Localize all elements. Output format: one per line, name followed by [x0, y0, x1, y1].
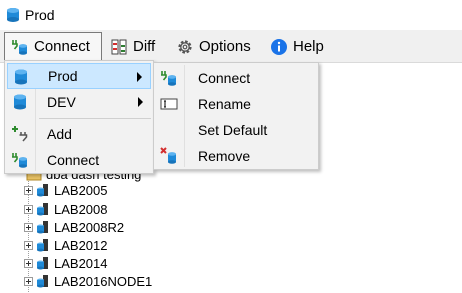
menu-options-label: Options [199, 38, 251, 55]
tree-item[interactable]: LAB2012 [24, 236, 108, 255]
submenu-item-remove-label: Remove [198, 148, 251, 164]
menu-item-prod[interactable]: Prod [7, 63, 151, 89]
tree-item[interactable]: LAB2008R2 [24, 218, 124, 237]
menu-diff-label: Diff [133, 38, 156, 55]
diff-icon [110, 38, 128, 56]
add-plug-icon [11, 125, 29, 143]
expand-icon[interactable] [24, 205, 33, 214]
connect-plug-icon [11, 151, 29, 169]
rename-icon [160, 95, 178, 113]
expand-icon[interactable] [24, 223, 33, 232]
database-icon [5, 7, 21, 23]
server-icon [36, 238, 50, 253]
server-icon [36, 183, 50, 198]
tree-item-label: LAB2012 [54, 238, 108, 253]
menu-help[interactable]: Help [264, 32, 334, 61]
submenu-item-connect[interactable]: Connect [156, 65, 316, 91]
menu-item-connect-label: Connect [47, 152, 100, 168]
expand-icon[interactable] [24, 259, 33, 268]
menu-item-connect[interactable]: Connect [7, 147, 151, 173]
gear-icon [176, 38, 194, 56]
connect-plug-icon [160, 69, 178, 87]
menu-item-dev-label: DEV [47, 94, 76, 110]
submenu-item-connect-label: Connect [198, 70, 251, 86]
database-icon [11, 93, 29, 111]
expand-icon[interactable] [24, 277, 33, 286]
remove-database-icon [160, 147, 178, 165]
prod-submenu: Connect Rename Set Default Remove [153, 62, 319, 170]
tree-item[interactable]: LAB2014 [24, 254, 108, 273]
tree-item-label: LAB2014 [54, 256, 108, 271]
tree-item-label: LAB2016NODE1 [54, 274, 153, 289]
server-icon [36, 256, 50, 271]
menu-connect[interactable]: Connect [4, 32, 102, 61]
tree-item-label: LAB2005 [54, 183, 108, 198]
expand-icon[interactable] [24, 241, 33, 250]
tree-item[interactable]: LAB2005 [24, 181, 108, 200]
menu-connect-label: Connect [34, 38, 90, 55]
server-icon [36, 220, 50, 235]
title-bar: Prod [0, 0, 462, 30]
database-icon [12, 68, 30, 86]
tree-item[interactable]: LAB2016NODE1 [24, 272, 152, 291]
submenu-item-rename[interactable]: Rename [156, 91, 316, 117]
submenu-item-remove[interactable]: Remove [156, 143, 316, 169]
submenu-item-rename-label: Rename [198, 96, 251, 112]
menu-options[interactable]: Options [170, 32, 258, 61]
connect-plug-icon [11, 38, 29, 56]
tree-item-label: LAB2008R2 [54, 220, 125, 235]
menu-item-add[interactable]: Add [7, 121, 151, 147]
menu-item-prod-label: Prod [48, 68, 78, 84]
menu-item-add-label: Add [47, 126, 72, 142]
menu-help-label: Help [293, 38, 324, 55]
window-title: Prod [25, 7, 55, 23]
server-icon [36, 274, 50, 289]
info-icon [270, 38, 288, 56]
menu-bar: Connect Diff Options Help [0, 30, 462, 63]
submenu-arrow-icon [138, 97, 143, 107]
tree-item-label: LAB2008 [54, 202, 108, 217]
menu-item-dev[interactable]: DEV [7, 89, 151, 115]
connect-dropdown-menu: Prod DEV Add Connect [4, 60, 154, 174]
server-icon [36, 202, 50, 217]
submenu-item-set-default[interactable]: Set Default [156, 117, 316, 143]
expand-icon[interactable] [24, 186, 33, 195]
menu-diff[interactable]: Diff [104, 32, 164, 61]
tree-item[interactable]: LAB2008 [24, 200, 108, 219]
submenu-item-set-default-label: Set Default [198, 122, 268, 138]
menu-separator [39, 118, 151, 119]
submenu-arrow-icon [137, 72, 142, 82]
